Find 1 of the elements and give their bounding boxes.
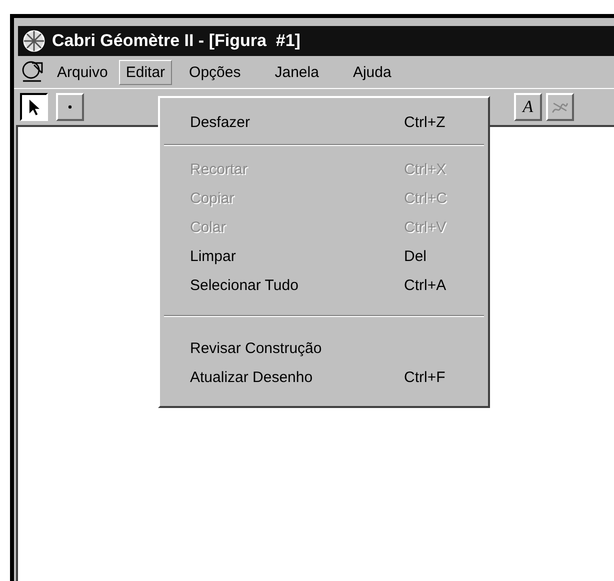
window-title: Cabri Géomètre II - [Figura #1]	[52, 31, 300, 51]
